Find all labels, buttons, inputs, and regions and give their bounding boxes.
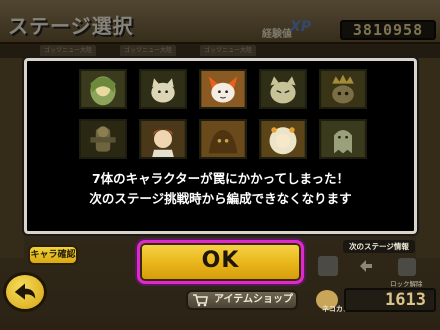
dark-creature-character-icon bbox=[199, 119, 247, 159]
girl-character-icon bbox=[79, 69, 127, 109]
boy-character-icon bbox=[139, 119, 187, 159]
trap-message: 7体のキャラクターが罠にかかってしまった！ 次のステージ挑戦時から編成できなくな… bbox=[27, 169, 414, 209]
red-cat-character-icon bbox=[199, 69, 247, 109]
back-arrow-icon bbox=[14, 283, 36, 300]
crowned-cat-character-icon bbox=[319, 69, 367, 109]
cat-food-value: 1613 bbox=[344, 288, 436, 312]
camera-icon[interactable] bbox=[318, 256, 338, 276]
lock-icon[interactable] bbox=[398, 258, 416, 276]
warrior-character-icon bbox=[79, 119, 127, 159]
cat-character-icon bbox=[139, 69, 187, 109]
message-line-1: 7体のキャラクターが罠にかかってしまった！ bbox=[91, 171, 350, 186]
ok-button[interactable]: OK bbox=[137, 240, 304, 284]
back-button[interactable] bbox=[3, 272, 47, 312]
arrows-icon[interactable] bbox=[356, 256, 376, 276]
message-line-2: 次のステージ挑戦時から編成できなくなります bbox=[89, 191, 352, 206]
character-confirm-button[interactable]: キャラ確認 bbox=[28, 245, 78, 265]
ghost-character-icon bbox=[319, 119, 367, 159]
next-stage-info-button[interactable]: 次のステージ情報 bbox=[343, 240, 415, 253]
trap-dialog: 7体のキャラクターが罠にかかってしまった！ 次のステージ挑戦時から編成できなくな… bbox=[24, 58, 417, 234]
white-haired-girl-character-icon bbox=[259, 119, 307, 159]
crazed-cat-character-icon bbox=[259, 69, 307, 109]
cart-icon bbox=[193, 294, 208, 307]
lock-label: ロック解除 bbox=[390, 280, 423, 288]
